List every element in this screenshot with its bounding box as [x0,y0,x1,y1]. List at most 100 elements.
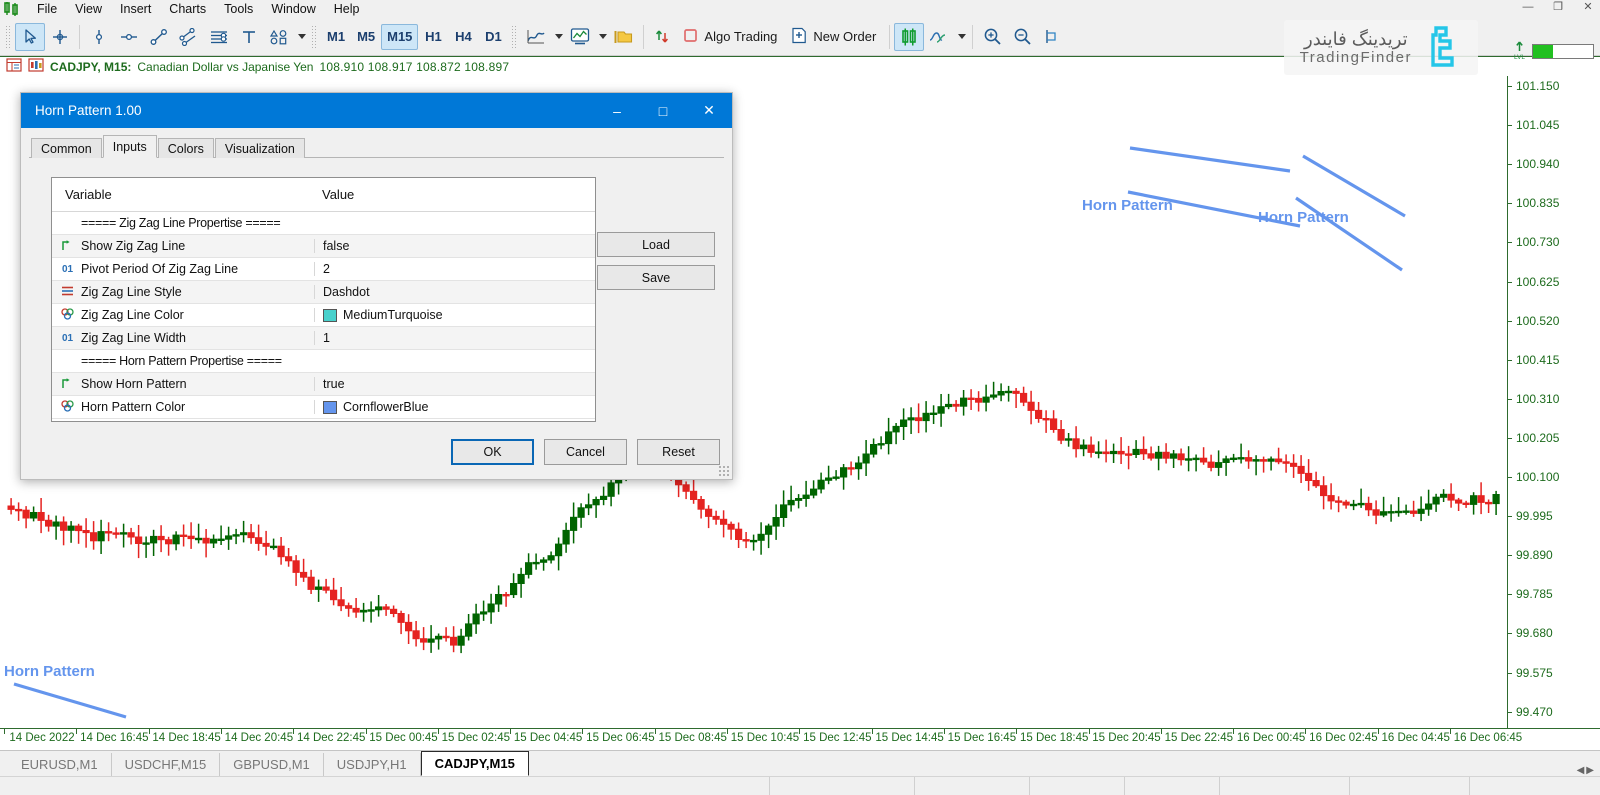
chart-type-dropdown-caret-icon[interactable] [551,24,565,50]
bar-shift-icon[interactable] [1037,23,1067,51]
trendline-icon[interactable] [144,23,174,51]
dialog-tab-common[interactable]: Common [31,138,102,158]
templates-icon[interactable] [924,23,954,51]
chart-tab-usdjpy-h1[interactable]: USDJPY,H1 [324,753,421,776]
candlestick-icon[interactable] [894,23,924,51]
dialog-tab-inputs[interactable]: Inputs [103,135,157,158]
dialog-close-icon[interactable]: ✕ [686,93,732,128]
color-swatch[interactable] [323,401,337,414]
price-tick: 99.680 [1508,626,1553,640]
menu-item-help[interactable]: Help [325,1,369,17]
indicators-icon[interactable] [565,23,595,51]
tabs-scroll-right-icon[interactable]: ▶ [1586,765,1594,776]
shapes-dropdown-caret-icon[interactable] [294,24,308,50]
timeframe-m1[interactable]: M1 [321,24,351,50]
vertical-line-icon[interactable] [84,23,114,51]
timeframe-h1[interactable]: H1 [418,24,448,50]
bool-icon [60,377,75,392]
dialog-tab-visualization[interactable]: Visualization [215,138,305,158]
text-icon[interactable] [234,23,264,51]
load-button[interactable]: Load [597,232,715,257]
time-axis-separator [1450,729,1451,734]
dialog-resize-grip[interactable] [718,465,730,477]
time-axis-separator [872,729,873,734]
parameter-name: Zig Zag Line Style [81,285,182,299]
color-swatch[interactable] [323,309,337,322]
channel-icon[interactable] [174,23,204,51]
dialog-maximize-icon[interactable]: □ [640,93,686,128]
menu-item-file[interactable]: File [28,1,66,17]
time-tick: 15 Dec 06:45 [586,732,654,744]
menu-item-window[interactable]: Window [262,1,324,17]
minimize-icon[interactable]: — [1520,1,1536,13]
algo-trading-button[interactable]: Algo Trading [678,24,786,50]
parameter-row[interactable]: Show Horn Patterntrue [52,373,595,396]
menu-item-tools[interactable]: Tools [215,1,262,17]
algo-trading-icon [683,28,698,46]
ok-button[interactable]: OK [451,439,534,465]
dialog-minimize-icon[interactable]: – [594,93,640,128]
chart-tab-usdchf-m15[interactable]: USDCHF,M15 [112,753,221,776]
parameter-value[interactable]: 2 [323,262,330,276]
time-axis-separator [149,729,150,734]
menu-item-view[interactable]: View [66,1,111,17]
parameter-value[interactable]: false [323,239,349,253]
parameter-row[interactable]: 01Zig Zag Line Width1 [52,327,595,350]
cancel-button[interactable]: Cancel [544,439,627,465]
indicators-dropdown-caret-icon[interactable] [595,24,609,50]
reset-button[interactable]: Reset [637,439,720,465]
price-axis[interactable]: 101.150101.045100.940100.835100.730100.6… [1507,76,1600,728]
templates-dropdown-caret-icon[interactable] [954,24,968,50]
data-window-icon[interactable] [6,58,22,75]
parameter-row[interactable]: Zig Zag Line Style Dashdot [52,281,595,304]
timeframe-m15[interactable]: M15 [381,24,418,50]
parameter-row[interactable]: ===== Zig Zag Line Propertise ===== [52,212,595,235]
auto-scroll-icon[interactable] [648,23,678,51]
parameter-value[interactable]: MediumTurquoise [343,308,443,322]
chart-tab-eurusd-m1[interactable]: EURUSD,M1 [8,753,112,776]
timeframe-d1[interactable]: D1 [478,24,508,50]
dialog-title-bar[interactable]: Horn Pattern 1.00 – □ ✕ [21,93,732,128]
parameter-value[interactable]: 1 [323,331,330,345]
parameter-row[interactable]: Show Zig Zag Linefalse [52,235,595,258]
chart-tab-cadjpy-m15[interactable]: CADJPY,M15 [421,751,529,776]
save-button[interactable]: Save [597,265,715,290]
time-axis[interactable]: 14 Dec 202214 Dec 16:4514 Dec 18:4514 De… [0,728,1600,750]
horn-pattern-settings-dialog[interactable]: Horn Pattern 1.00 – □ ✕ Common Inputs Co… [20,92,733,480]
zoom-in-icon[interactable] [977,23,1007,51]
chart-window-icon[interactable] [28,58,44,75]
parameters-table[interactable]: Variable Value ===== Zig Zag Line Proper… [51,177,596,422]
maximize-icon[interactable]: ❐ [1550,0,1566,13]
close-icon[interactable]: ✕ [1580,0,1596,13]
menu-item-insert[interactable]: Insert [111,1,160,17]
parameter-row[interactable]: 01Pivot Period Of Zig Zag Line2 [52,258,595,281]
line-chart-icon[interactable] [521,23,551,51]
chart-tab-gbpusd-m1[interactable]: GBPUSD,M1 [220,753,324,776]
open-data-folder-icon[interactable] [609,23,639,51]
parameter-row[interactable]: Horn Pattern ColorCornflowerBlue [52,396,595,419]
horizontal-line-icon[interactable] [114,23,144,51]
toolbar-grip-timeframes[interactable] [311,25,318,49]
parameter-value[interactable]: Dashdot [323,285,370,299]
zoom-out-icon[interactable] [1007,23,1037,51]
new-order-button[interactable]: New Order [786,24,885,50]
timeframe-h4[interactable]: H4 [448,24,478,50]
toolbar-grip[interactable] [5,25,12,49]
dialog-tab-colors[interactable]: Colors [158,138,214,158]
parameter-row[interactable]: Zig Zag Line ColorMediumTurquoise [52,304,595,327]
parameter-value[interactable]: true [323,377,345,391]
crosshair-icon[interactable] [45,23,75,51]
price-tick: 100.100 [1508,470,1559,484]
tabs-scroll-left-icon[interactable]: ◀ [1577,765,1585,776]
parameter-value[interactable]: CornflowerBlue [343,400,428,414]
toolbar-grip-charts[interactable] [511,25,518,49]
menu-item-charts[interactable]: Charts [160,1,215,17]
cursor-icon[interactable] [15,23,45,51]
algo-trading-label: Algo Trading [704,29,777,44]
chart-tabs-scroll-controls[interactable]: ◀ ▶ [1577,765,1600,776]
timeframe-m5[interactable]: M5 [351,24,381,50]
parameter-row[interactable]: ===== Horn Pattern Propertise ===== [52,350,595,373]
fibonacci-icon[interactable] [204,23,234,51]
shapes-icon[interactable] [264,23,294,51]
int-icon: 01 [60,333,75,344]
